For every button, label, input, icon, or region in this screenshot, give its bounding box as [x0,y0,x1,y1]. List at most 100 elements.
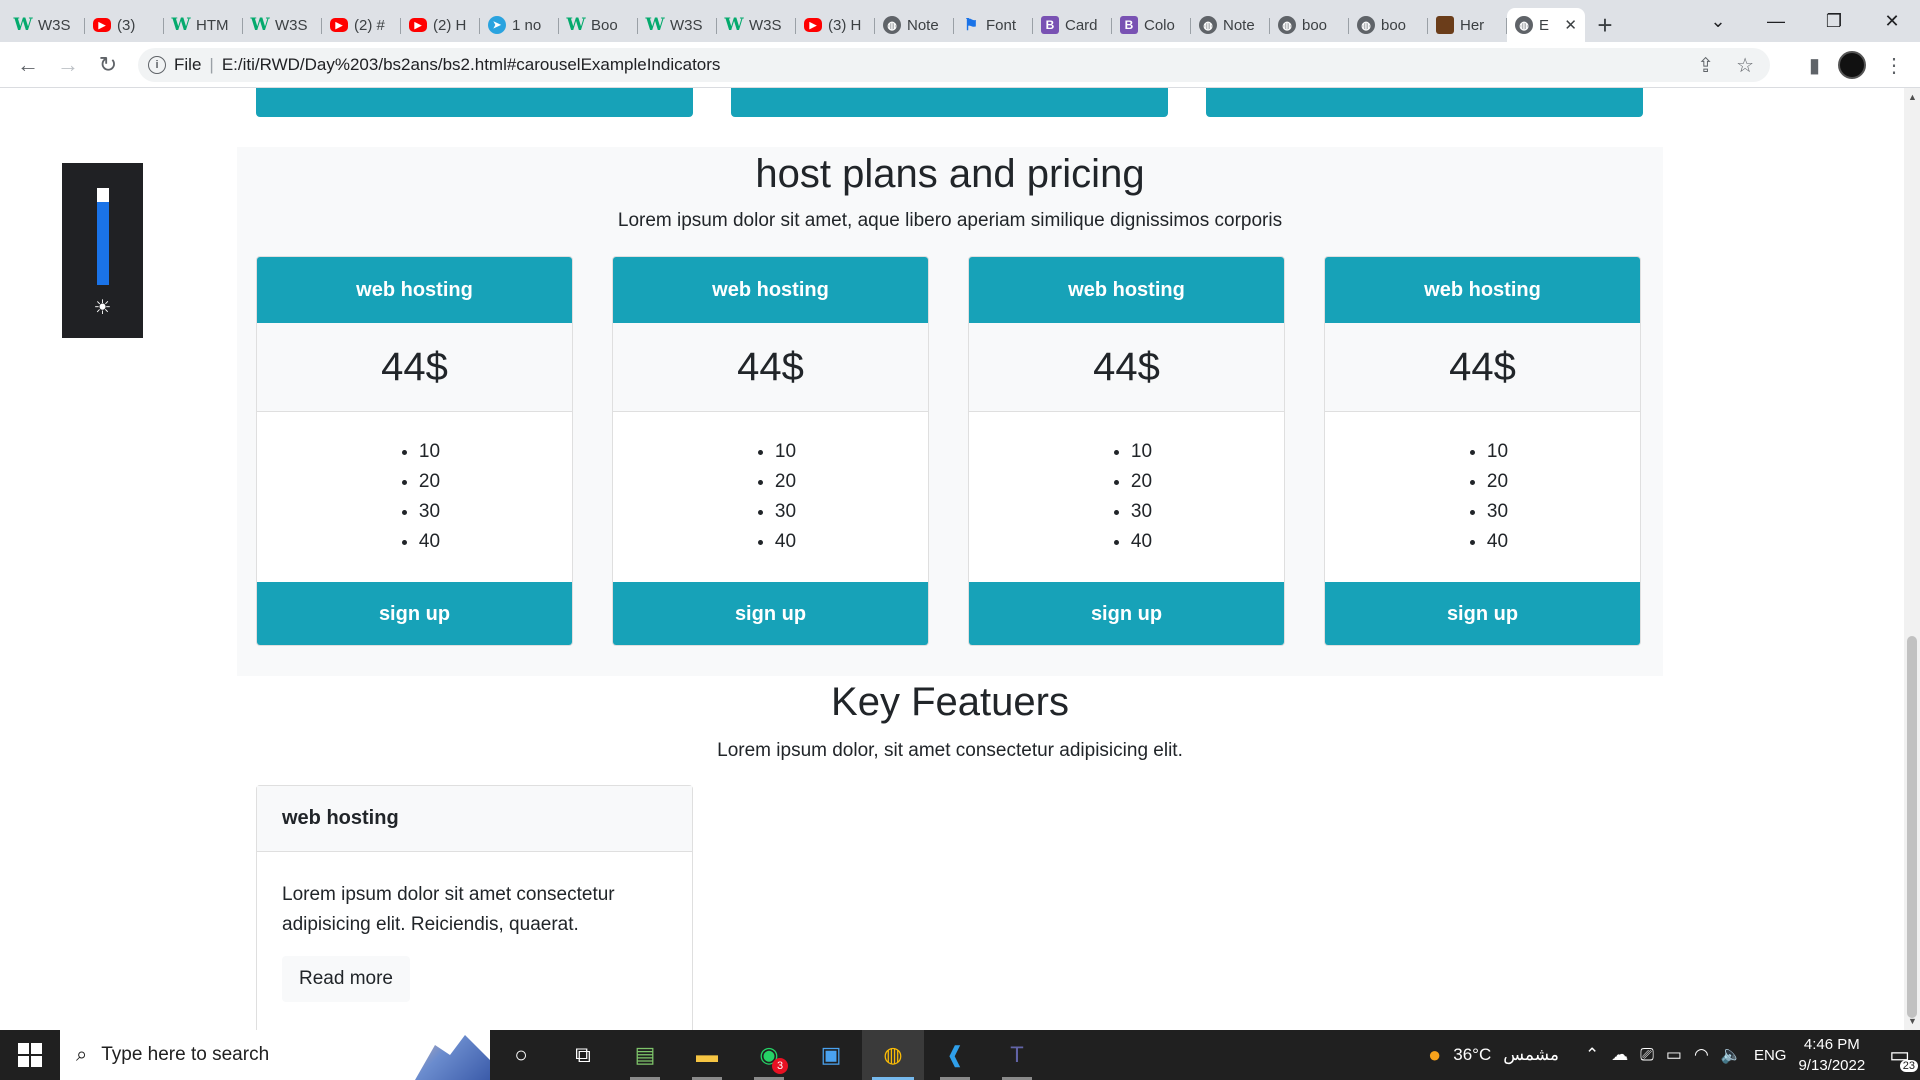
browser-tab[interactable]: B Colo [1112,8,1191,42]
wifi-icon[interactable]: ◠ [1694,1045,1709,1065]
weather-text[interactable]: مشمس [1503,1045,1559,1065]
address-bar[interactable]: i File | E:/iti/RWD/Day%203/bs2ans/bs2.h… [138,48,1770,82]
language-indicator[interactable]: ENG [1754,1047,1787,1064]
notification-center-icon[interactable]: ▭ 23 [1889,1042,1918,1072]
close-tab-icon[interactable]: ✕ [1564,16,1577,34]
browser-tab[interactable]: ◍ boo [1270,8,1349,42]
features-title: Key Featuers [831,680,1069,724]
chrome-icon[interactable]: ◍ [862,1030,924,1080]
scroll-down-arrow-icon[interactable]: ▼ [1908,1016,1917,1026]
onedrive-icon[interactable]: ☁ [1611,1045,1628,1065]
w3schools-icon: W [566,15,586,35]
plan-feature-item: 30 [419,497,440,527]
sign-up-button[interactable]: sign up [969,582,1284,645]
windows-taskbar: ⌕ Type here to search ○ ⧉ ▤ ▬ ◉ 3 ▣ ◍ ❰ T… [0,1030,1920,1080]
globe-icon: ◍ [1199,16,1217,34]
tab-title: Colo [1144,16,1175,34]
battery-icon[interactable]: ▭ [1666,1045,1682,1065]
globe-icon: ◍ [1357,16,1375,34]
site-info-icon[interactable]: i [148,56,166,74]
menu-kebab-icon[interactable]: ⋮ [1884,53,1904,78]
browser-tab[interactable]: ▶ (3) [85,8,164,42]
browser-tab[interactable]: ◍ Note [1191,8,1270,42]
browser-tab[interactable]: ▶ (3) H [796,8,875,42]
whatsapp-badge: 3 [772,1058,788,1074]
forward-icon[interactable]: → [48,45,88,85]
minimize-icon[interactable]: — [1748,0,1804,42]
tab-title: HTM [196,16,229,34]
plan-feature-item: 30 [1131,497,1152,527]
vscode-icon[interactable]: ❰ [924,1030,986,1080]
browser-tab[interactable]: W Boo [559,8,638,42]
tab-active[interactable]: ◍ E ✕ [1507,8,1585,42]
plan-feature-item: 20 [1487,467,1508,497]
cortana-icon[interactable]: ○ [490,1030,552,1080]
browser-tab[interactable]: ▶ (2) H [401,8,480,42]
meet-now-icon[interactable]: ⎚ [1640,1045,1654,1065]
photos-app-icon[interactable]: ▣ [800,1030,862,1080]
bootstrap-icon: B [1041,16,1059,34]
bootstrap-icon: B [1120,16,1138,34]
pricing-card: web hosting44$ 10203040 sign up [612,256,929,646]
taskbar-search-box[interactable]: ⌕ Type here to search [60,1030,490,1080]
weather-sun-icon[interactable]: ● [1428,1042,1441,1068]
pricing-card-price: 44$ [1325,323,1640,412]
taskbar-clock[interactable]: 4:46 PM 9/13/2022 [1798,1034,1865,1076]
browser-tab[interactable]: Her [1428,8,1507,42]
w3schools-icon: W [250,15,270,35]
close-window-icon[interactable]: ✕ [1864,0,1920,42]
sign-up-button[interactable]: sign up [1325,582,1640,645]
windows-start-icon[interactable] [0,1030,60,1080]
browser-tab[interactable]: W W3S [638,8,717,42]
browser-tab[interactable]: ⚑ Font [954,8,1033,42]
page-scrollbar[interactable]: ▲ ▼ [1904,88,1920,1030]
profile-avatar[interactable] [1838,51,1866,79]
file-explorer-icon[interactable]: ▬ [676,1030,738,1080]
tab-title: Her [1460,16,1485,34]
pricing-card: web hosting44$ 10203040 sign up [256,256,573,646]
sign-up-button[interactable]: sign up [257,582,572,645]
plan-feature-list: 10203040 [389,437,440,557]
tray-chevron-icon[interactable]: ⌃ [1585,1045,1599,1065]
browser-tab[interactable]: ◍ Note [875,8,954,42]
back-icon[interactable]: ← [8,45,48,85]
browser-tab[interactable]: W HTM [164,8,243,42]
teams-icon[interactable]: T [986,1030,1048,1080]
volume-icon[interactable]: 🔈 [1721,1045,1742,1065]
browser-tab[interactable]: B Card [1033,8,1112,42]
pricing-card-price: 44$ [613,323,928,412]
feature-card-header: web hosting [257,786,692,852]
tab-title: boo [1381,16,1407,34]
url-separator: | [209,55,214,74]
notepad-app-icon[interactable]: ▤ [614,1030,676,1080]
task-view-icon[interactable]: ⧉ [552,1030,614,1080]
share-icon[interactable]: ⇪ [1697,53,1714,78]
browser-tab[interactable]: W W3S [243,8,322,42]
pricing-card-body: 10203040 [969,412,1284,582]
side-panel-icon[interactable]: ▮ [1809,53,1820,78]
brightness-slider[interactable] [97,188,109,285]
whatsapp-icon[interactable]: ◉ 3 [738,1030,800,1080]
plan-feature-item: 40 [775,527,796,557]
plan-feature-item: 10 [1131,437,1152,467]
browser-toolbar: ← → ↻ i File | E:/iti/RWD/Day%203/bs2ans… [0,42,1920,88]
bookmark-star-icon[interactable]: ☆ [1736,53,1754,78]
browser-tab[interactable]: ➤ 1 no [480,8,559,42]
browser-tab[interactable]: ▶ (2) # [322,8,401,42]
browser-tab[interactable]: W W3S [6,8,85,42]
new-tab-button[interactable]: + [1585,8,1625,42]
reload-icon[interactable]: ↻ [88,45,128,85]
browser-tab[interactable]: ◍ boo [1349,8,1428,42]
pricing-card-body: 10203040 [1325,412,1640,582]
read-more-button[interactable]: Read more [282,956,410,1002]
browser-tab[interactable]: W W3S [717,8,796,42]
scrollbar-thumb[interactable] [1907,636,1917,1018]
taskbar-search-placeholder: Type here to search [101,1044,270,1065]
plan-feature-list: 10203040 [1457,437,1508,557]
sign-up-button[interactable]: sign up [613,582,928,645]
url-scheme: File [174,55,202,74]
restore-icon[interactable]: ❐ [1806,0,1862,42]
scroll-up-arrow-icon[interactable]: ▲ [1908,92,1917,102]
tab-search-icon[interactable]: ⌄ [1690,0,1746,42]
weather-temp[interactable]: 36°C [1453,1045,1491,1065]
